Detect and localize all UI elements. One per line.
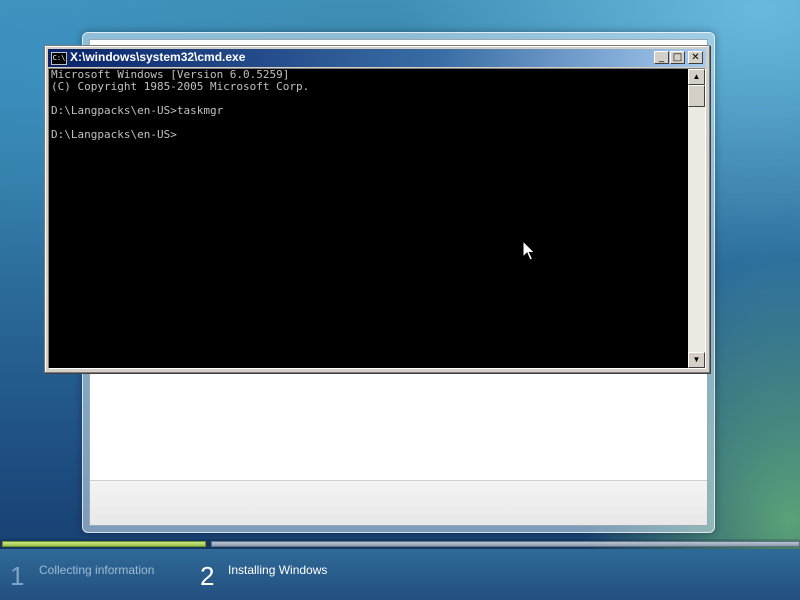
vertical-scrollbar[interactable]: ▲ ▼	[688, 69, 705, 368]
cmd-body: Microsoft Windows [Version 6.0.5259] (C)…	[48, 68, 706, 369]
scrollbar-thumb[interactable]	[688, 85, 705, 107]
mouse-pointer-icon	[522, 240, 536, 261]
close-button[interactable]: ✕	[688, 51, 703, 64]
setup-progress-bar	[0, 539, 800, 549]
console-output[interactable]: Microsoft Windows [Version 6.0.5259] (C)…	[49, 69, 688, 368]
setup-steps: 1 Collecting information 2 Installing Wi…	[0, 549, 800, 600]
scroll-down-arrow-icon[interactable]: ▼	[688, 352, 705, 368]
console-text: Microsoft Windows [Version 6.0.5259] (C)…	[51, 69, 310, 141]
minimize-button[interactable]: _	[654, 51, 669, 64]
maximize-button[interactable]: □	[670, 51, 685, 64]
progress-segment-collecting	[2, 541, 206, 547]
step-1-number: 1	[10, 561, 25, 591]
step-1-label: Collecting information	[39, 563, 155, 577]
cmd-titlebar[interactable]: C:\ X:\windows\system32\cmd.exe _ □ ✕	[48, 49, 706, 67]
step-2-label: Installing Windows	[228, 563, 328, 577]
cmd-window-title: X:\windows\system32\cmd.exe	[70, 50, 246, 64]
cmd-window[interactable]: C:\ X:\windows\system32\cmd.exe _ □ ✕ Mi…	[44, 45, 710, 373]
cmd-app-icon[interactable]: C:\	[51, 52, 67, 65]
setup-footer	[90, 480, 707, 525]
scroll-up-arrow-icon[interactable]: ▲	[688, 69, 705, 85]
progress-segment-installing	[211, 541, 800, 547]
step-2-number: 2	[200, 561, 215, 591]
